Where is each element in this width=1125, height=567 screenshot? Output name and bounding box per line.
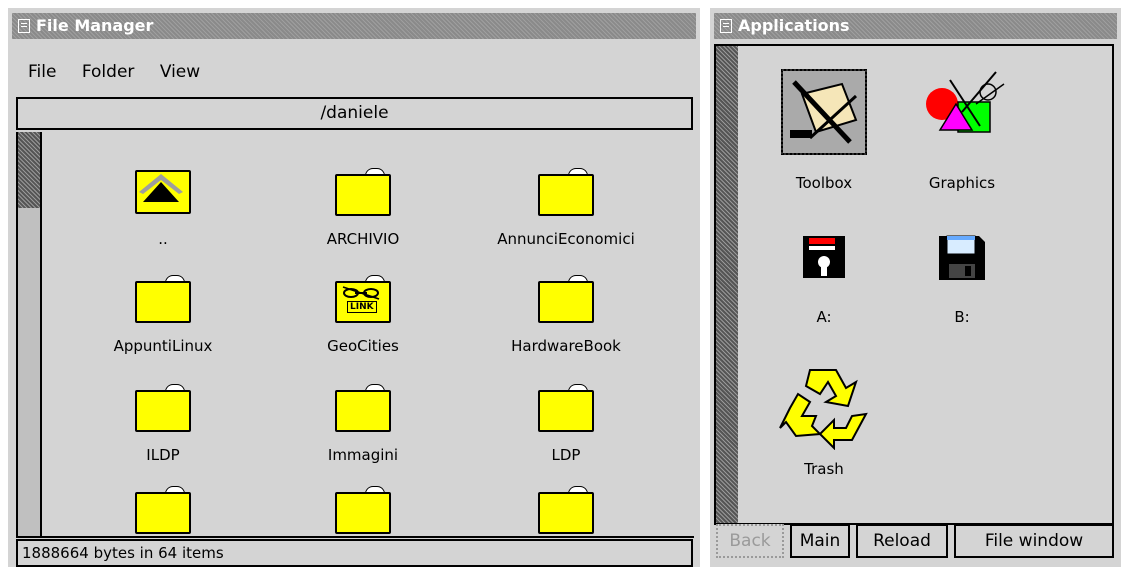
file-item-label: HardwareBook xyxy=(511,337,621,355)
app-label: Graphics xyxy=(928,174,996,192)
applications-titlebar[interactable]: Applications xyxy=(714,13,1117,39)
file-item-ildp[interactable]: ILDP xyxy=(73,384,253,464)
menu-folder[interactable]: Folder xyxy=(82,62,135,82)
file-item-archivio[interactable]: ARCHIVIO xyxy=(273,168,453,248)
file-item-ldp[interactable]: LDP xyxy=(476,384,656,464)
app-floppy-b[interactable]: B: xyxy=(892,230,1032,326)
file-item-label: Immagini xyxy=(327,446,399,464)
file-item-label: AnnunciEconomici xyxy=(497,230,635,248)
file-manager-window: File Manager File Folder View /daniele .… xyxy=(8,8,700,567)
file-item-label: GeoCities xyxy=(327,337,399,355)
main-button[interactable]: Main xyxy=(790,524,850,558)
menu-bar: File Folder View xyxy=(28,62,220,82)
folder-icon xyxy=(335,384,391,432)
folder-icon xyxy=(135,486,191,534)
window-menu-icon[interactable] xyxy=(720,19,732,33)
applications-window: Applications Toolbox Graphics A: B: Tras… xyxy=(710,8,1121,567)
status-bar: 1888664 bytes in 64 items xyxy=(16,539,693,567)
folder-icon xyxy=(538,486,594,534)
file-item[interactable] xyxy=(476,486,656,534)
folder-icon xyxy=(538,384,594,432)
recycle-icon xyxy=(779,369,868,451)
parent-folder-icon xyxy=(135,168,191,214)
file-manager-titlebar[interactable]: File Manager xyxy=(12,13,696,39)
file-item[interactable] xyxy=(273,486,453,534)
folder-icon xyxy=(335,486,391,534)
menu-file[interactable]: File xyxy=(28,62,56,82)
file-item-immagini[interactable]: Immagini xyxy=(273,384,453,464)
folder-icon xyxy=(538,168,594,216)
file-item[interactable] xyxy=(73,486,253,534)
file-manager-title: File Manager xyxy=(36,16,154,35)
file-item-annuncieconomici[interactable]: AnnunciEconomici xyxy=(476,168,656,248)
file-item-label: ILDP xyxy=(146,446,180,464)
link-folder-icon: LINK xyxy=(335,275,391,323)
path-field[interactable]: /daniele xyxy=(16,97,693,130)
file-item-geocities[interactable]: LINK GeoCities xyxy=(273,275,453,355)
file-item-label: LDP xyxy=(551,446,581,464)
folder-icon xyxy=(135,275,191,323)
applications-title: Applications xyxy=(738,16,850,35)
back-button[interactable]: Back xyxy=(716,524,784,558)
file-item-label: AppuntiLinux xyxy=(113,337,213,355)
file-item-label: .. xyxy=(158,230,168,248)
menu-view[interactable]: View xyxy=(160,62,200,82)
toolbox-icon xyxy=(781,69,867,155)
folder-icon xyxy=(335,168,391,216)
floppy-b-icon xyxy=(939,235,985,280)
scrollbar-thumb[interactable] xyxy=(716,46,738,523)
file-view: .. ARCHIVIO AnnunciEconomici AppuntiLinu… xyxy=(16,132,694,538)
app-label: Toolbox xyxy=(795,174,853,192)
app-label: Trash xyxy=(804,460,844,478)
file-window-button[interactable]: File window xyxy=(954,524,1114,558)
vertical-scrollbar[interactable] xyxy=(18,132,40,536)
app-graphics[interactable]: Graphics xyxy=(892,68,1032,192)
file-item-appuntilinux[interactable]: AppuntiLinux xyxy=(73,275,253,355)
vertical-scrollbar[interactable] xyxy=(716,46,738,523)
window-menu-icon[interactable] xyxy=(18,19,30,33)
file-item-label: ARCHIVIO xyxy=(326,230,400,248)
file-item-parent[interactable]: .. xyxy=(73,168,253,248)
reload-button[interactable]: Reload xyxy=(856,524,948,558)
app-floppy-a[interactable]: A: xyxy=(754,230,894,326)
file-item-hardwarebook[interactable]: HardwareBook xyxy=(476,275,656,355)
app-label: A: xyxy=(816,308,832,326)
app-label: B: xyxy=(954,308,970,326)
floppy-a-icon xyxy=(803,236,845,278)
applications-view: Toolbox Graphics A: B: Trash xyxy=(714,44,1114,525)
app-trash[interactable]: Trash xyxy=(754,362,894,478)
graphics-icon xyxy=(926,71,1005,133)
scrollbar-thumb[interactable] xyxy=(18,132,40,208)
link-badge: LINK xyxy=(347,301,377,313)
folder-icon xyxy=(135,384,191,432)
app-toolbox[interactable]: Toolbox xyxy=(754,68,894,192)
folder-icon xyxy=(538,275,594,323)
